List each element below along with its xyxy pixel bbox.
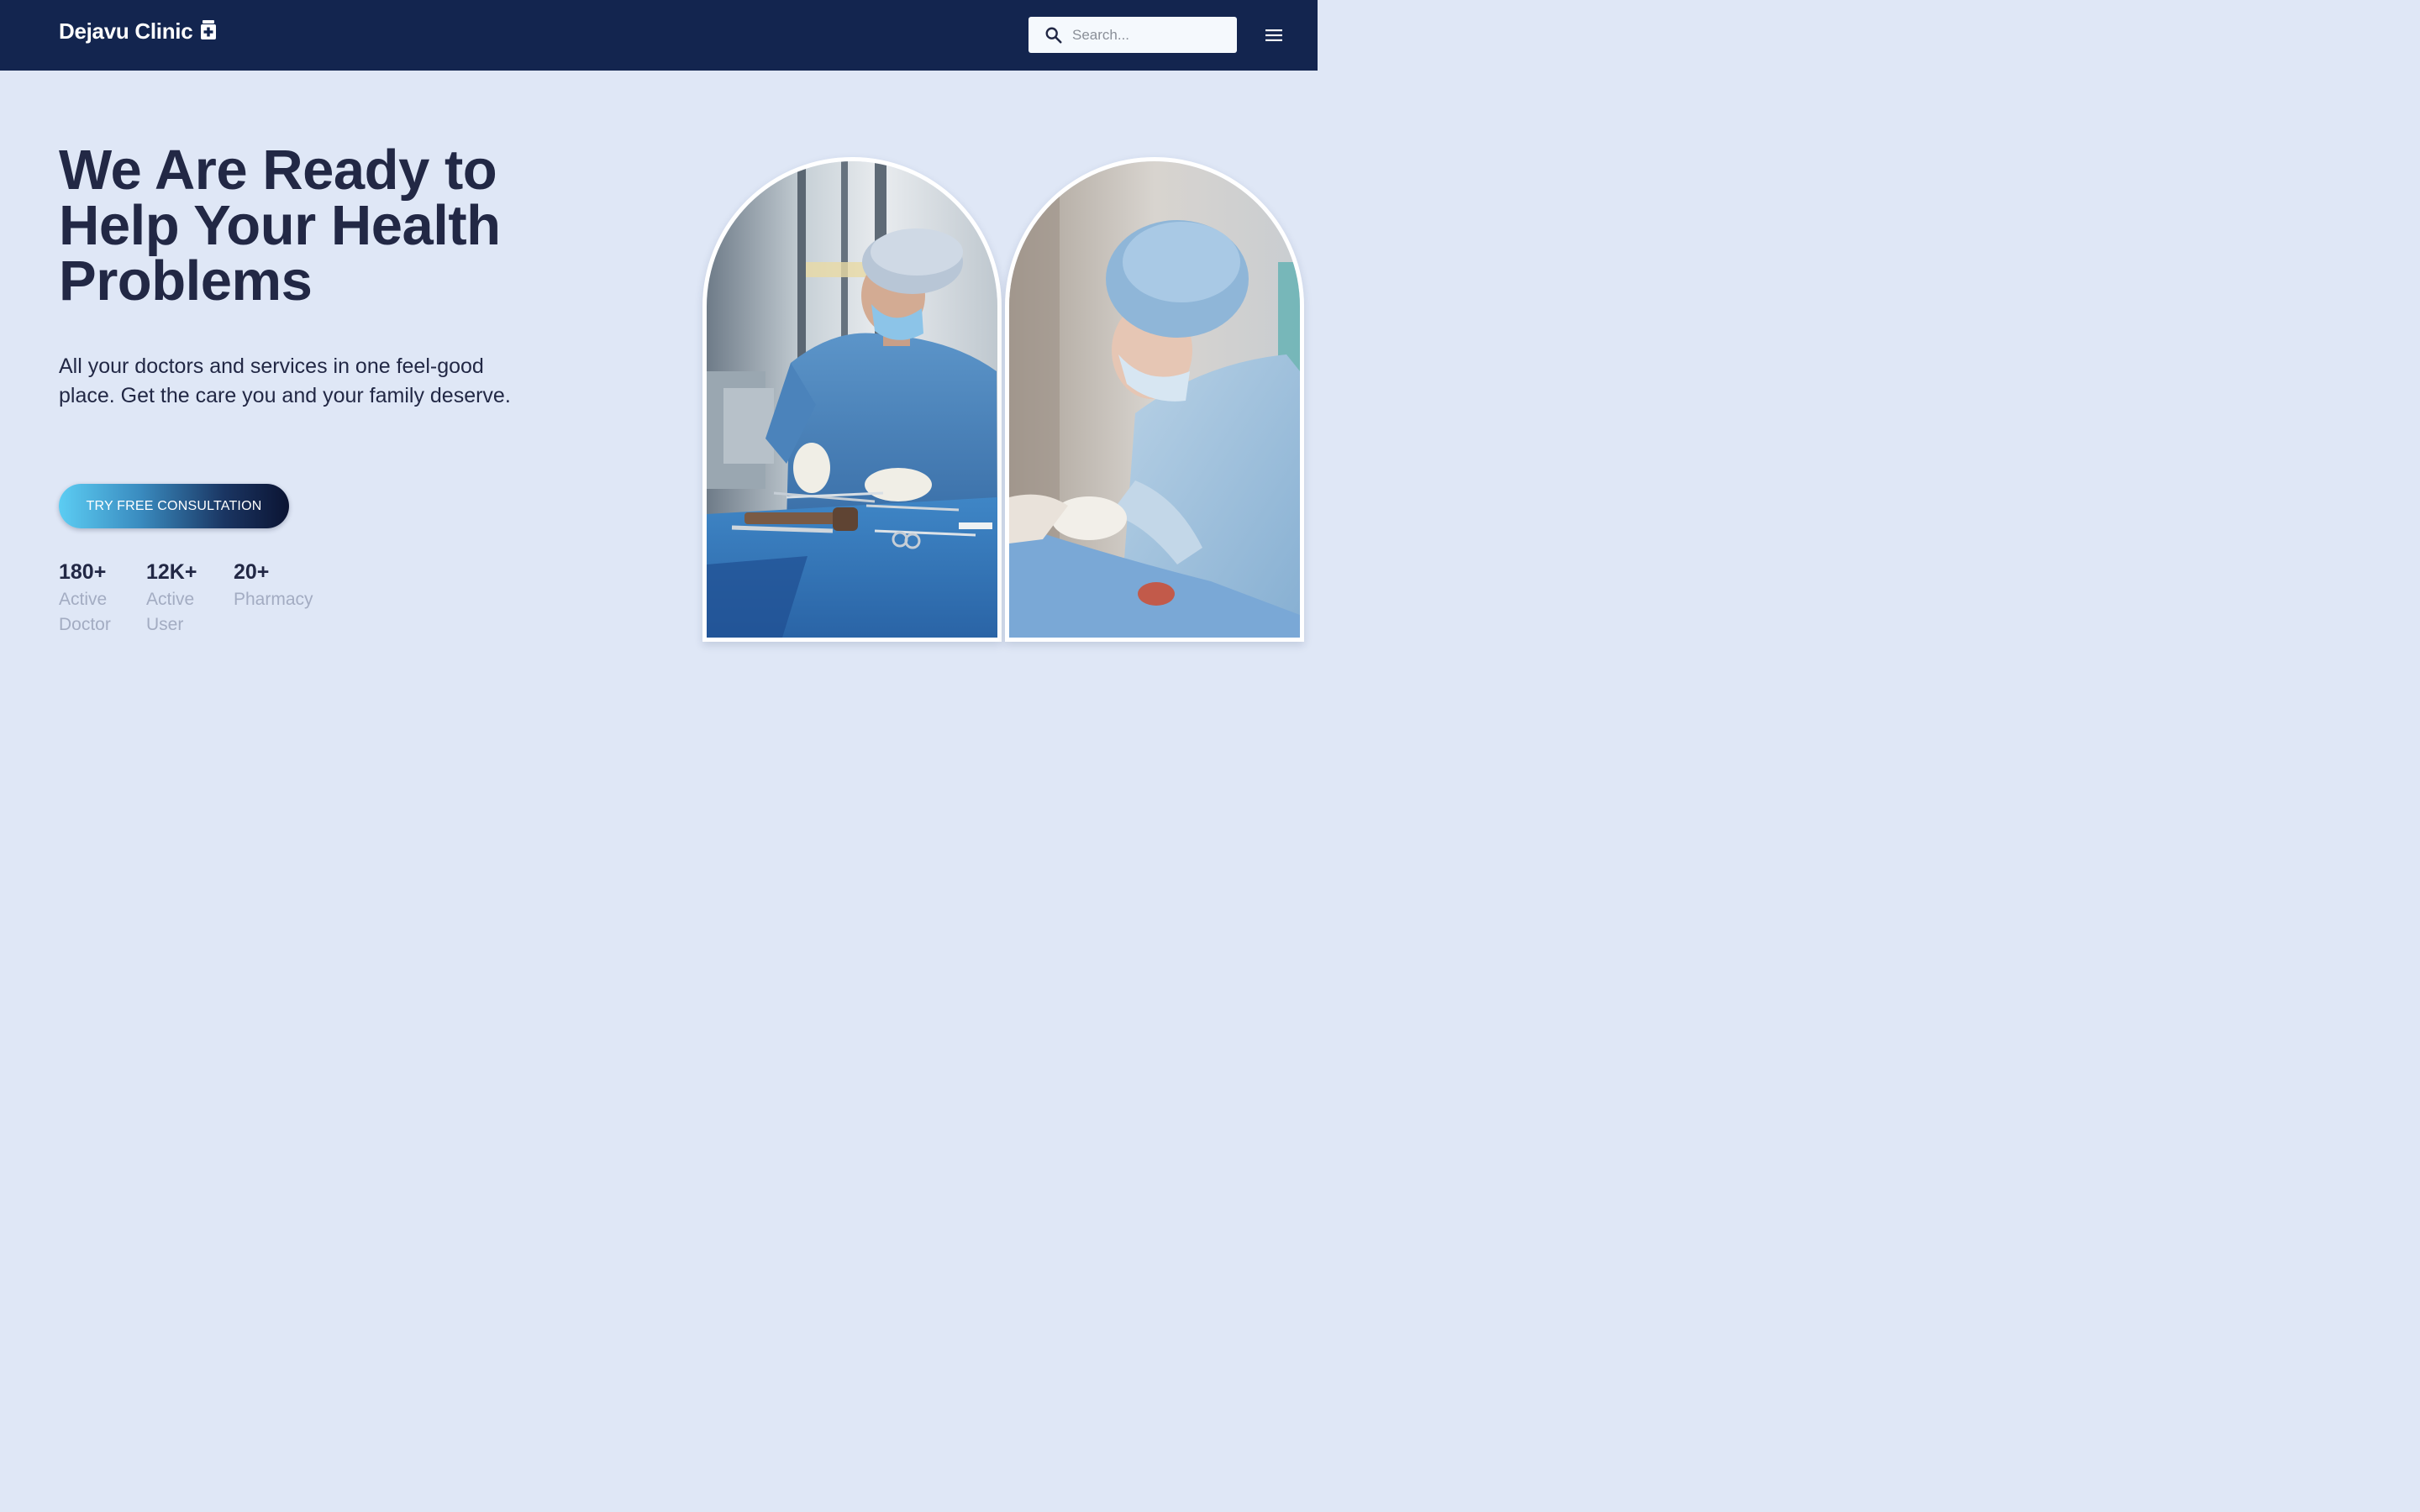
brand-logo[interactable]: Dejavu Clinic [59,18,217,45]
brand-name: Dejavu Clinic [59,18,193,44]
search-input[interactable] [1072,26,1223,44]
stat-label: Pharmacy [234,590,313,609]
surgeon-illustration-left [707,161,997,638]
search-box[interactable] [1028,17,1237,53]
surgeon-photo-right [1005,157,1304,642]
stat-value: 180+ [59,560,107,584]
medical-kit-icon [201,19,217,39]
hero-subtext: All your doctors and services in one fee… [59,354,511,407]
stat-label: Active Doctor [59,590,111,634]
stat-pharmacy: 20+ Pharmacy [234,559,313,612]
stat-value: 12K+ [146,560,197,584]
stat-doctors: 180+ Active Doctor [59,559,118,638]
navbar: Dejavu Clinic [0,0,1318,71]
surgeon-illustration-right [1009,161,1300,638]
hero-headline: We Are Ready to Help Your Health Problem… [59,139,501,312]
stat-value: 20+ [234,560,270,584]
search-icon [1045,27,1062,44]
surgeon-photo-left [702,157,1002,642]
stat-users: 12K+ Active User [146,559,205,638]
free-consultation-button[interactable]: TRY FREE CONSULTATION [59,484,289,528]
stat-label: Active User [146,590,195,634]
hamburger-menu-icon[interactable] [1263,25,1285,45]
